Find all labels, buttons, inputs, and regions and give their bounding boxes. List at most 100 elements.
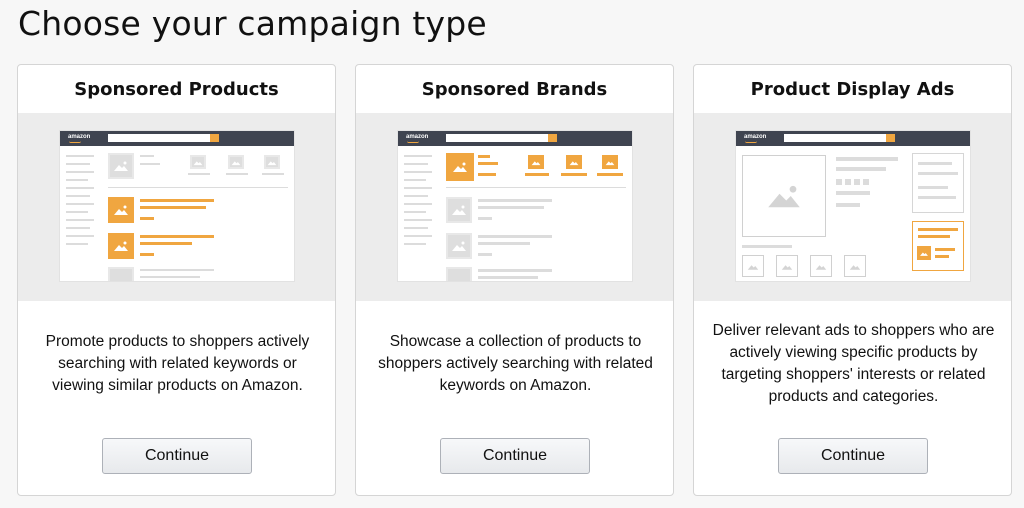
mock-sidebar-line [66, 171, 94, 173]
image-placeholder-icon [602, 155, 618, 169]
amazon-logo: amazon [406, 134, 429, 140]
mock-buy-box [912, 153, 964, 213]
mock-sidebar-line [404, 163, 428, 165]
image-placeholder-icon [446, 153, 474, 181]
amazon-page-mockup: amazon [60, 131, 294, 281]
mock-text-line [918, 196, 956, 199]
continue-button[interactable]: Continue [102, 438, 252, 474]
mock-text-line [140, 269, 214, 271]
campaign-preview: amazon [356, 113, 673, 301]
mock-rating-dot [854, 179, 860, 185]
image-placeholder-icon [108, 197, 134, 223]
image-placeholder-icon [446, 197, 472, 223]
mock-sponsored-line [597, 173, 623, 176]
mock-sponsored-line [140, 242, 192, 245]
amazon-smile-icon [407, 141, 419, 143]
mock-text-line [478, 206, 544, 209]
image-placeholder-icon [742, 255, 764, 277]
mock-sidebar-line [66, 243, 88, 245]
mock-sponsored-line [935, 248, 955, 251]
mock-sidebar-line [66, 203, 94, 205]
mock-search-button [548, 134, 557, 142]
image-placeholder-icon [108, 267, 134, 281]
mock-sidebar-line [404, 187, 432, 189]
continue-button[interactable]: Continue [440, 438, 590, 474]
mock-header-bar: amazon [60, 131, 294, 146]
campaign-card-sponsored-brands[interactable]: Sponsored Brands amazon Showcase a colle… [355, 64, 674, 496]
mock-sponsored-line [478, 155, 490, 158]
card-description: Showcase a collection of products to sho… [378, 333, 653, 394]
mock-sponsored-line [525, 173, 549, 176]
mock-text-line [836, 167, 886, 171]
mock-sponsored-line [935, 255, 949, 258]
mock-text-line [262, 173, 284, 175]
image-placeholder-icon [190, 155, 206, 169]
mock-text-line [226, 173, 248, 175]
mock-rating-dot [863, 179, 869, 185]
mock-sidebar-line [66, 187, 94, 189]
image-placeholder-icon [566, 155, 582, 169]
mock-text-line [478, 276, 538, 279]
mock-text-line [836, 191, 870, 195]
mock-rating-dot [836, 179, 842, 185]
mock-rating-dot [845, 179, 851, 185]
mock-sponsored-line [140, 235, 214, 238]
mock-text-line [478, 199, 552, 202]
mock-text-line [140, 276, 200, 278]
image-placeholder-icon [844, 255, 866, 277]
amazon-page-mockup: amazon [736, 131, 970, 281]
image-placeholder-icon [446, 267, 472, 281]
campaign-card-sponsored-products[interactable]: Sponsored Products amazon Promote produc… [17, 64, 336, 496]
mock-sidebar-line [404, 243, 426, 245]
mock-search-box [108, 134, 218, 142]
mock-text-line [478, 242, 530, 245]
card-title: Sponsored Products [74, 79, 279, 100]
mock-sidebar-line [404, 211, 426, 213]
campaign-preview: amazon [694, 113, 1011, 301]
mock-sidebar-line [66, 235, 94, 237]
image-placeholder-icon [528, 155, 544, 169]
image-placeholder-icon [742, 155, 826, 237]
mock-sidebar-line [66, 179, 88, 181]
image-placeholder-icon [108, 233, 134, 259]
image-placeholder-icon [228, 155, 244, 169]
mock-text-line [918, 162, 952, 165]
card-title: Product Display Ads [750, 79, 955, 100]
mock-sidebar-line [66, 227, 90, 229]
mock-text-line [478, 217, 492, 220]
mock-sponsored-line [140, 206, 206, 209]
amazon-smile-icon [745, 141, 757, 143]
image-placeholder-icon [810, 255, 832, 277]
mock-text-line [478, 235, 552, 238]
mock-sidebar-line [66, 195, 90, 197]
mock-divider [108, 187, 288, 188]
mock-header-bar: amazon [398, 131, 632, 146]
card-description: Promote products to shoppers actively se… [45, 333, 310, 394]
mock-sponsored-line [918, 235, 950, 238]
mock-sponsored-line [140, 199, 214, 202]
mock-text-line [140, 163, 160, 165]
mock-sidebar-line [66, 219, 94, 221]
mock-sponsored-line [140, 217, 154, 220]
mock-sponsored-line [561, 173, 587, 176]
mock-sponsored-line [478, 173, 496, 176]
campaign-preview: amazon [18, 113, 335, 301]
mock-display-ad [912, 221, 964, 271]
page-title: Choose your campaign type [18, 4, 487, 43]
card-title: Sponsored Brands [421, 79, 608, 100]
mock-sidebar-line [404, 179, 426, 181]
continue-button[interactable]: Continue [778, 438, 928, 474]
campaign-card-product-display-ads[interactable]: Product Display Ads amazon Deliver relev… [693, 64, 1012, 496]
mock-sponsored-line [918, 228, 958, 231]
mock-sponsored-line [140, 253, 154, 256]
mock-sidebar-line [404, 219, 432, 221]
mock-sidebar-line [404, 203, 432, 205]
mock-sidebar-line [66, 155, 94, 157]
mock-sidebar-line [404, 235, 432, 237]
mock-sponsored-line [478, 162, 498, 165]
image-placeholder-icon [776, 255, 798, 277]
image-placeholder-icon [264, 155, 280, 169]
mock-text-line [140, 155, 154, 157]
mock-search-button [210, 134, 219, 142]
mock-text-line [918, 172, 958, 175]
